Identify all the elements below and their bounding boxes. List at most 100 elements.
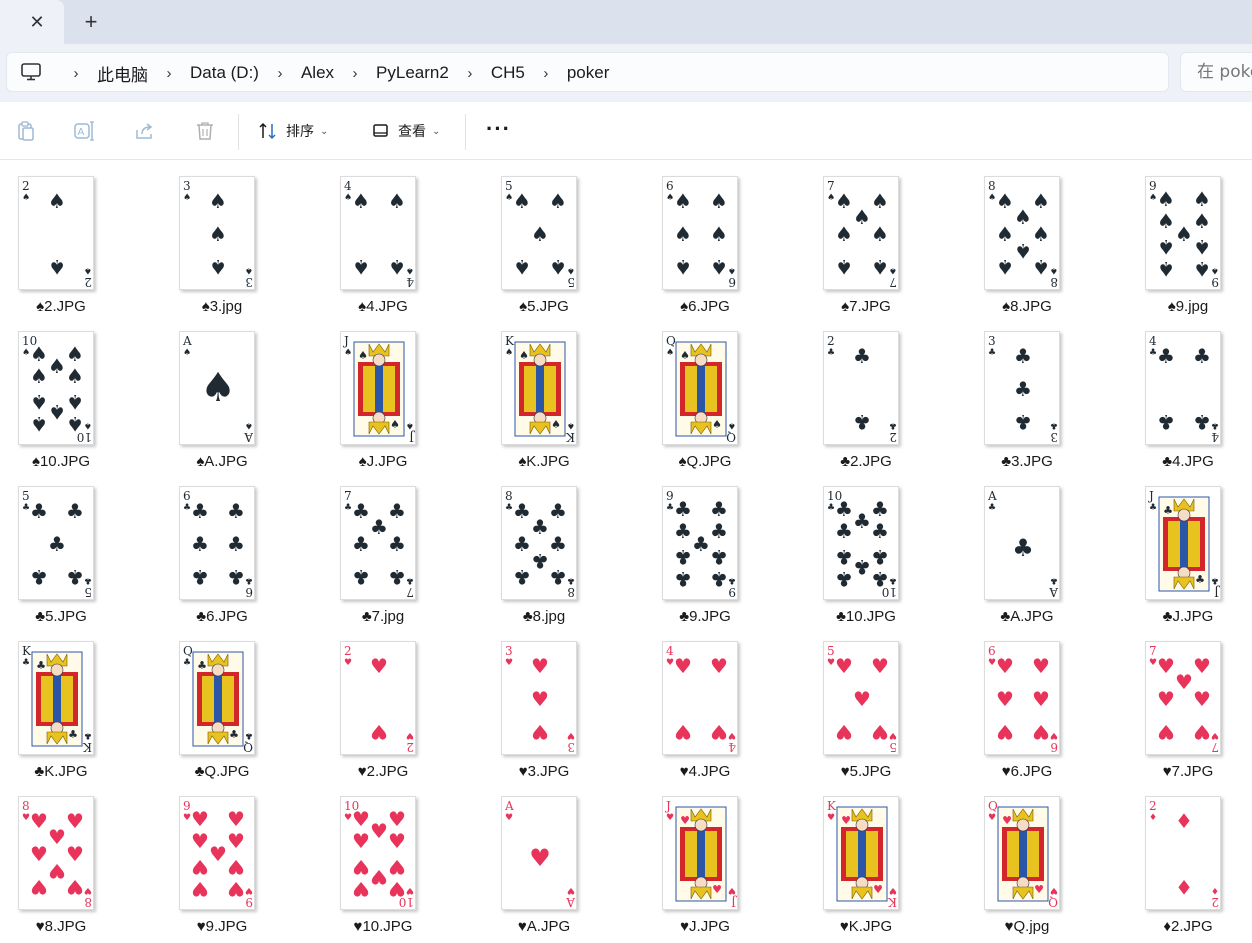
new-tab-icon[interactable]: + [80,11,102,33]
card-thumbnail[interactable]: K ♠ K ♠ ♠ ♠ [501,331,577,445]
card-thumbnail[interactable]: K ♣ K ♣ ♣ ♣ [18,641,94,755]
sort-menu-button[interactable]: 排序 ⌄ [258,118,328,144]
card-thumbnail[interactable]: 3 ♣ 3 ♣ ♣ ♣ ♣ [984,331,1060,445]
file-item[interactable]: 8 ♠ 8 ♠ ♠ ♠ ♠ ♠ ♠ ♠ ♠ ♠ ♠8.JPG [966,170,1106,320]
file-item[interactable]: K ♣ K ♣ ♣ ♣ ♣K.JPG [0,635,140,785]
card-thumbnail[interactable]: 9 ♣ 9 ♣ ♣ ♣ ♣ ♣ ♣ ♣ ♣ ♣ ♣ [662,486,738,600]
file-item[interactable]: 2 ♣ 2 ♣ ♣ ♣ ♣2.JPG [805,325,945,475]
card-thumbnail[interactable]: 6 ♥ 6 ♥ ♥ ♥ ♥ ♥ ♥ ♥ [984,641,1060,755]
card-thumbnail[interactable]: 4 ♥ 4 ♥ ♥ ♥ ♥ ♥ [662,641,738,755]
breadcrumb-item[interactable]: poker [557,63,620,83]
file-item[interactable]: 10 ♥ 10 ♥ ♥ ♥ ♥ ♥ ♥ ♥ ♥ ♥ ♥ ♥ ♥10.JPG [322,790,462,940]
breadcrumb-item[interactable]: 此电脑 [87,61,158,86]
this-pc-icon[interactable] [21,63,41,81]
file-item[interactable]: 9 ♠ 9 ♠ ♠ ♠ ♠ ♠ ♠ ♠ ♠ ♠ ♠ ♠9.jpg [1127,170,1252,320]
search-box[interactable] [1180,52,1252,92]
card-thumbnail[interactable]: 5 ♥ 5 ♥ ♥ ♥ ♥ ♥ ♥ [823,641,899,755]
rename-button[interactable]: A [74,120,96,142]
file-item[interactable]: 4 ♥ 4 ♥ ♥ ♥ ♥ ♥ ♥4.JPG [644,635,784,785]
card-thumbnail[interactable]: Q ♣ Q ♣ ♣ ♣ [179,641,255,755]
file-item[interactable]: 3 ♣ 3 ♣ ♣ ♣ ♣ ♣3.JPG [966,325,1106,475]
breadcrumb-item[interactable]: PyLearn2 [366,63,459,83]
file-item[interactable]: 7 ♠ 7 ♠ ♠ ♠ ♠ ♠ ♠ ♠ ♠ ♠7.JPG [805,170,945,320]
card-thumbnail[interactable]: J ♥ J ♥ ♥ ♥ [662,796,738,910]
breadcrumb-item[interactable]: Alex [291,63,344,83]
file-item[interactable]: 2 ♥ 2 ♥ ♥ ♥ ♥2.JPG [322,635,462,785]
paste-button[interactable] [15,120,37,142]
file-item[interactable]: 8 ♥ 8 ♥ ♥ ♥ ♥ ♥ ♥ ♥ ♥ ♥ ♥8.JPG [0,790,140,940]
card-thumbnail[interactable]: 7 ♥ 7 ♥ ♥ ♥ ♥ ♥ ♥ ♥ ♥ [1145,641,1221,755]
file-item[interactable]: J ♣ J ♣ ♣ ♣ ♣J.JPG [1127,480,1252,630]
file-item[interactable]: 7 ♥ 7 ♥ ♥ ♥ ♥ ♥ ♥ ♥ ♥ ♥7.JPG [1127,635,1252,785]
card-thumbnail[interactable]: 7 ♣ 7 ♣ ♣ ♣ ♣ ♣ ♣ ♣ ♣ [340,486,416,600]
delete-button[interactable] [194,120,216,142]
card-thumbnail[interactable]: J ♣ J ♣ ♣ ♣ [1145,486,1221,600]
file-item[interactable]: Q ♥ Q ♥ ♥ ♥ ♥Q.jpg [966,790,1106,940]
file-item[interactable]: 5 ♣ 5 ♣ ♣ ♣ ♣ ♣ ♣ ♣5.JPG [0,480,140,630]
file-item[interactable]: 6 ♠ 6 ♠ ♠ ♠ ♠ ♠ ♠ ♠ ♠6.JPG [644,170,784,320]
card-thumbnail[interactable]: 7 ♠ 7 ♠ ♠ ♠ ♠ ♠ ♠ ♠ ♠ [823,176,899,290]
card-thumbnail[interactable]: 6 ♣ 6 ♣ ♣ ♣ ♣ ♣ ♣ ♣ [179,486,255,600]
file-item[interactable]: Q ♣ Q ♣ ♣ ♣ ♣Q.JPG [161,635,301,785]
chevron-right-icon[interactable]: › [459,65,481,82]
card-thumbnail[interactable]: K ♥ K ♥ ♥ ♥ [823,796,899,910]
card-thumbnail[interactable]: 10 ♥ 10 ♥ ♥ ♥ ♥ ♥ ♥ ♥ ♥ ♥ ♥ ♥ [340,796,416,910]
card-thumbnail[interactable]: 5 ♣ 5 ♣ ♣ ♣ ♣ ♣ ♣ [18,486,94,600]
file-item[interactable]: A ♠ A ♠ ♠ ♠A.JPG [161,325,301,475]
card-thumbnail[interactable]: Q ♠ Q ♠ ♠ ♠ [662,331,738,445]
chevron-right-icon[interactable]: › [535,65,557,82]
chevron-right-icon[interactable]: › [269,65,291,82]
file-item[interactable]: A ♣ A ♣ ♣ ♣A.JPG [966,480,1106,630]
card-thumbnail[interactable]: 2 ♠ 2 ♠ ♠ ♠ [18,176,94,290]
card-thumbnail[interactable]: 4 ♠ 4 ♠ ♠ ♠ ♠ ♠ [340,176,416,290]
card-thumbnail[interactable]: 3 ♥ 3 ♥ ♥ ♥ ♥ [501,641,577,755]
file-item[interactable]: 5 ♥ 5 ♥ ♥ ♥ ♥ ♥ ♥ ♥5.JPG [805,635,945,785]
file-item[interactable]: K ♥ K ♥ ♥ ♥ ♥K.JPG [805,790,945,940]
card-thumbnail[interactable]: 10 ♠ 10 ♠ ♠ ♠ ♠ ♠ ♠ ♠ ♠ ♠ ♠ ♠ [18,331,94,445]
active-tab[interactable]: ✕ [0,0,64,44]
more-options-button[interactable]: ··· [486,118,511,140]
share-button[interactable] [134,120,156,142]
card-thumbnail[interactable]: 3 ♠ 3 ♠ ♠ ♠ ♠ [179,176,255,290]
file-item[interactable]: A ♥ A ♥ ♥ ♥A.JPG [483,790,623,940]
card-thumbnail[interactable]: 8 ♠ 8 ♠ ♠ ♠ ♠ ♠ ♠ ♠ ♠ ♠ [984,176,1060,290]
breadcrumb-item[interactable]: Data (D:) [180,63,269,83]
breadcrumb-item[interactable]: CH5 [481,63,535,83]
address-bar[interactable]: › 此电脑 › Data (D:) › Alex › PyLearn2 › CH5 › poker [6,52,1169,92]
chevron-right-icon[interactable]: › [344,65,366,82]
file-item[interactable]: 6 ♥ 6 ♥ ♥ ♥ ♥ ♥ ♥ ♥ ♥6.JPG [966,635,1106,785]
card-thumbnail[interactable]: 2 ♣ 2 ♣ ♣ ♣ [823,331,899,445]
card-thumbnail[interactable]: 2 ♦ 2 ♦ ♦ ♦ [1145,796,1221,910]
file-item[interactable]: 3 ♥ 3 ♥ ♥ ♥ ♥ ♥3.JPG [483,635,623,785]
chevron-right-icon[interactable]: › [158,65,180,82]
file-item[interactable]: J ♠ J ♠ ♠ ♠ ♠J.JPG [322,325,462,475]
file-item[interactable]: 9 ♣ 9 ♣ ♣ ♣ ♣ ♣ ♣ ♣ ♣ ♣ ♣ ♣9.JPG [644,480,784,630]
card-thumbnail[interactable]: 10 ♣ 10 ♣ ♣ ♣ ♣ ♣ ♣ ♣ ♣ ♣ ♣ ♣ [823,486,899,600]
card-thumbnail[interactable]: 8 ♣ 8 ♣ ♣ ♣ ♣ ♣ ♣ ♣ ♣ ♣ [501,486,577,600]
file-item[interactable]: Q ♠ Q ♠ ♠ ♠ ♠Q.JPG [644,325,784,475]
chevron-right-icon[interactable]: › [65,65,87,82]
card-thumbnail[interactable]: A ♥ A ♥ ♥ [501,796,577,910]
file-item[interactable]: 7 ♣ 7 ♣ ♣ ♣ ♣ ♣ ♣ ♣ ♣ ♣7.jpg [322,480,462,630]
card-thumbnail[interactable]: J ♠ J ♠ ♠ ♠ [340,331,416,445]
view-menu-button[interactable]: 查看 ⌄ [372,118,440,144]
file-item[interactable]: 9 ♥ 9 ♥ ♥ ♥ ♥ ♥ ♥ ♥ ♥ ♥ ♥ ♥9.JPG [161,790,301,940]
file-item[interactable]: 10 ♣ 10 ♣ ♣ ♣ ♣ ♣ ♣ ♣ ♣ ♣ ♣ ♣ ♣10.JPG [805,480,945,630]
search-input[interactable] [1181,53,1252,91]
file-item[interactable]: 8 ♣ 8 ♣ ♣ ♣ ♣ ♣ ♣ ♣ ♣ ♣ ♣8.jpg [483,480,623,630]
card-thumbnail[interactable]: A ♠ A ♠ ♠ [179,331,255,445]
file-item[interactable]: 2 ♠ 2 ♠ ♠ ♠ ♠2.JPG [0,170,140,320]
card-thumbnail[interactable]: Q ♥ Q ♥ ♥ ♥ [984,796,1060,910]
file-item[interactable]: 3 ♠ 3 ♠ ♠ ♠ ♠ ♠3.jpg [161,170,301,320]
file-item[interactable]: 4 ♣ 4 ♣ ♣ ♣ ♣ ♣ ♣4.JPG [1127,325,1252,475]
card-thumbnail[interactable]: 2 ♥ 2 ♥ ♥ ♥ [340,641,416,755]
card-thumbnail[interactable]: 9 ♥ 9 ♥ ♥ ♥ ♥ ♥ ♥ ♥ ♥ ♥ ♥ [179,796,255,910]
card-thumbnail[interactable]: 5 ♠ 5 ♠ ♠ ♠ ♠ ♠ ♠ [501,176,577,290]
close-tab-icon[interactable]: ✕ [26,11,48,33]
file-item[interactable]: 4 ♠ 4 ♠ ♠ ♠ ♠ ♠ ♠4.JPG [322,170,462,320]
card-thumbnail[interactable]: 9 ♠ 9 ♠ ♠ ♠ ♠ ♠ ♠ ♠ ♠ ♠ ♠ [1145,176,1221,290]
file-item[interactable]: 10 ♠ 10 ♠ ♠ ♠ ♠ ♠ ♠ ♠ ♠ ♠ ♠ ♠ ♠10.JPG [0,325,140,475]
file-item[interactable]: 5 ♠ 5 ♠ ♠ ♠ ♠ ♠ ♠ ♠5.JPG [483,170,623,320]
file-item[interactable]: 6 ♣ 6 ♣ ♣ ♣ ♣ ♣ ♣ ♣ ♣6.JPG [161,480,301,630]
card-thumbnail[interactable]: 4 ♣ 4 ♣ ♣ ♣ ♣ ♣ [1145,331,1221,445]
